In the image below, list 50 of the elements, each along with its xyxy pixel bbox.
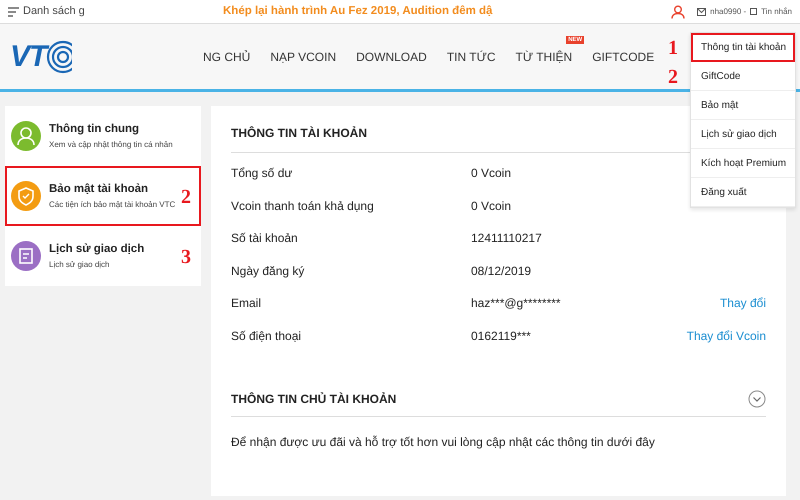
field-label: Ngày đăng ký bbox=[231, 262, 306, 280]
menu-item[interactable]: Lịch sử giao dịch bbox=[691, 120, 795, 149]
section-title: THÔNG TIN CHỦ TÀI KHOẢN bbox=[231, 391, 396, 408]
menu-item[interactable]: Kích hoạt Premium bbox=[691, 149, 795, 178]
chevron-icon[interactable] bbox=[748, 390, 766, 408]
nav-link[interactable]: TỪ THIỆN bbox=[516, 50, 572, 64]
menu-icon[interactable] bbox=[8, 6, 19, 16]
annotation-number: 2 bbox=[668, 65, 678, 90]
field-value: 0 Vcoin bbox=[471, 165, 512, 182]
menu-item[interactable]: Bảo mật bbox=[691, 91, 795, 120]
field-value: 0162119*** bbox=[471, 328, 532, 345]
change-link[interactable]: Thay đổi Vcoin bbox=[686, 326, 766, 345]
annotation-number: 2 bbox=[181, 185, 191, 210]
field-value: haz***@g******** bbox=[471, 295, 562, 312]
username[interactable]: nha0990 - bbox=[710, 6, 746, 18]
item-title: Lịch sử giao dịch bbox=[49, 242, 144, 258]
field-label: Số điện thoại bbox=[231, 328, 302, 345]
message-icon bbox=[750, 8, 758, 15]
item-subtitle: Các tiện ích bảo mật tài khoản VTC bbox=[49, 198, 176, 211]
field-label: Vcoin thanh toán khả dụng bbox=[231, 198, 375, 215]
menu-item[interactable]: Thông tin tài khoản bbox=[691, 33, 795, 62]
item-subtitle: Lịch sử giao dịch bbox=[49, 258, 110, 271]
info-note: Để nhận được ưu đãi và hỗ trợ tốt hơn vui lòng cập nhật các thông tin dưới đây bbox=[231, 434, 656, 451]
nav-link[interactable]: TIN TỨC bbox=[446, 50, 496, 64]
mail-icon bbox=[697, 8, 706, 16]
nav-link[interactable]: NẠP VCOIN bbox=[270, 50, 336, 64]
item-subtitle: Xem và cập nhật thông tin cá nhân bbox=[49, 138, 173, 151]
change-link[interactable]: Thay đổi bbox=[720, 294, 766, 312]
sidebar-item[interactable]: Bảo mật tài khoản Các tiện ích bảo mật tài khoản VTC 2 bbox=[5, 166, 201, 226]
menu-label[interactable]: Danh sách g bbox=[23, 3, 85, 20]
field-value: 12411110217 bbox=[471, 230, 543, 248]
nav-link[interactable]: GIFTCODE bbox=[592, 50, 654, 64]
messages-link[interactable]: Tin nhắn bbox=[761, 6, 792, 18]
menu-item[interactable]: GiftCode bbox=[691, 62, 795, 91]
sidebar-item[interactable]: Lịch sử giao dịch Lịch sử giao dịch 3 bbox=[5, 226, 201, 286]
field-label: Số tài khoản bbox=[231, 230, 299, 248]
field-label: Email bbox=[231, 295, 262, 312]
item-title: Bảo mật tài khoản bbox=[49, 182, 150, 198]
user-icon[interactable] bbox=[671, 4, 686, 18]
annotation-number: 3 bbox=[181, 245, 191, 270]
annotation-number: 1 bbox=[668, 36, 678, 61]
nav-link[interactable]: NG CHỦ bbox=[203, 50, 250, 64]
field-label: Tổng số dư bbox=[231, 165, 294, 182]
menu-item[interactable]: Đăng xuất bbox=[691, 178, 795, 207]
field-value: 08/12/2019 bbox=[471, 262, 532, 280]
item-title: Thông tin chung bbox=[49, 122, 140, 138]
field-value: 0 Vcoin bbox=[471, 198, 512, 215]
nav-link[interactable]: DOWNLOAD bbox=[356, 50, 427, 64]
announcement-text: Khép lại hành trình Au Fez 2019, Audition đêm dậ bbox=[223, 4, 492, 19]
sidebar-item[interactable]: Thông tin chung Xem và cập nhật thông tin cá nhân bbox=[5, 106, 201, 166]
